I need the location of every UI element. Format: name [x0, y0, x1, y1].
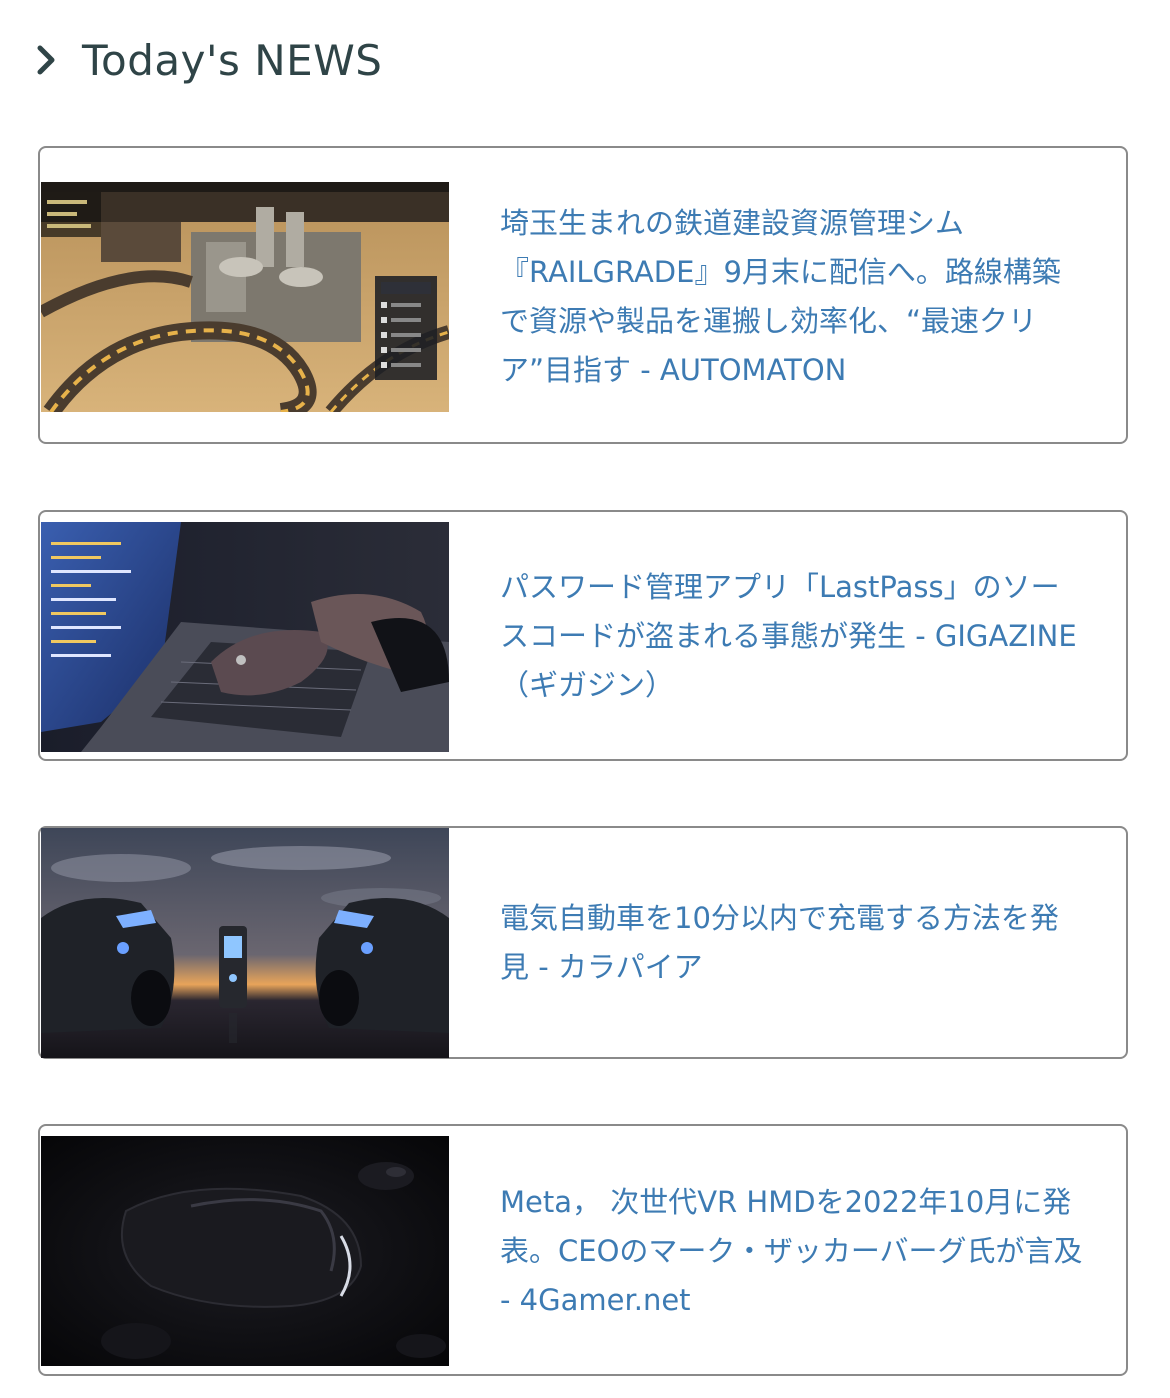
chevron-right-icon: [36, 43, 64, 77]
news-thumbnail[interactable]: [41, 182, 449, 412]
news-headline[interactable]: Meta， 次世代VR HMDを2022年10月に発表。CEOのマーク・ザッカー…: [500, 1178, 1086, 1325]
news-thumbnail[interactable]: [41, 1136, 449, 1366]
news-headline[interactable]: 電気自動車を10分以内で充電する方法を発見 - カラパイア: [500, 894, 1086, 992]
section-title: Today's NEWS: [82, 35, 383, 85]
news-thumbnail[interactable]: [41, 828, 449, 1058]
news-card[interactable]: 埼玉生まれの鉄道建設資源管理シム『RAILGRADE』9月末に配信へ。路線構築で…: [38, 146, 1128, 444]
news-thumbnail[interactable]: [41, 522, 449, 752]
section-header: Today's NEWS: [36, 30, 382, 90]
news-headline[interactable]: 埼玉生まれの鉄道建設資源管理シム『RAILGRADE』9月末に配信へ。路線構築で…: [500, 199, 1086, 395]
news-card[interactable]: Meta， 次世代VR HMDを2022年10月に発表。CEOのマーク・ザッカー…: [38, 1124, 1128, 1376]
news-card[interactable]: 電気自動車を10分以内で充電する方法を発見 - カラパイア: [38, 826, 1128, 1059]
news-headline[interactable]: パスワード管理アプリ「LastPass」のソースコードが盗まれる事態が発生 - …: [500, 563, 1086, 710]
news-card[interactable]: パスワード管理アプリ「LastPass」のソースコードが盗まれる事態が発生 - …: [38, 510, 1128, 761]
